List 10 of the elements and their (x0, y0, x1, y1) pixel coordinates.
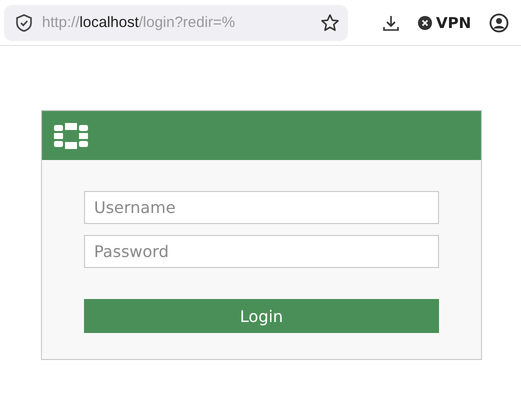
close-circle-icon (418, 16, 432, 30)
password-field[interactable]: Password (84, 235, 439, 268)
grid-logo-icon (54, 122, 88, 148)
username-field[interactable]: Username (84, 191, 439, 224)
account-icon[interactable] (489, 12, 510, 32)
download-icon[interactable] (382, 14, 400, 32)
vpn-button[interactable]: VPN (418, 14, 472, 32)
login-button[interactable]: Login (84, 299, 439, 333)
shield-icon[interactable] (14, 12, 34, 32)
star-icon[interactable] (320, 12, 340, 32)
